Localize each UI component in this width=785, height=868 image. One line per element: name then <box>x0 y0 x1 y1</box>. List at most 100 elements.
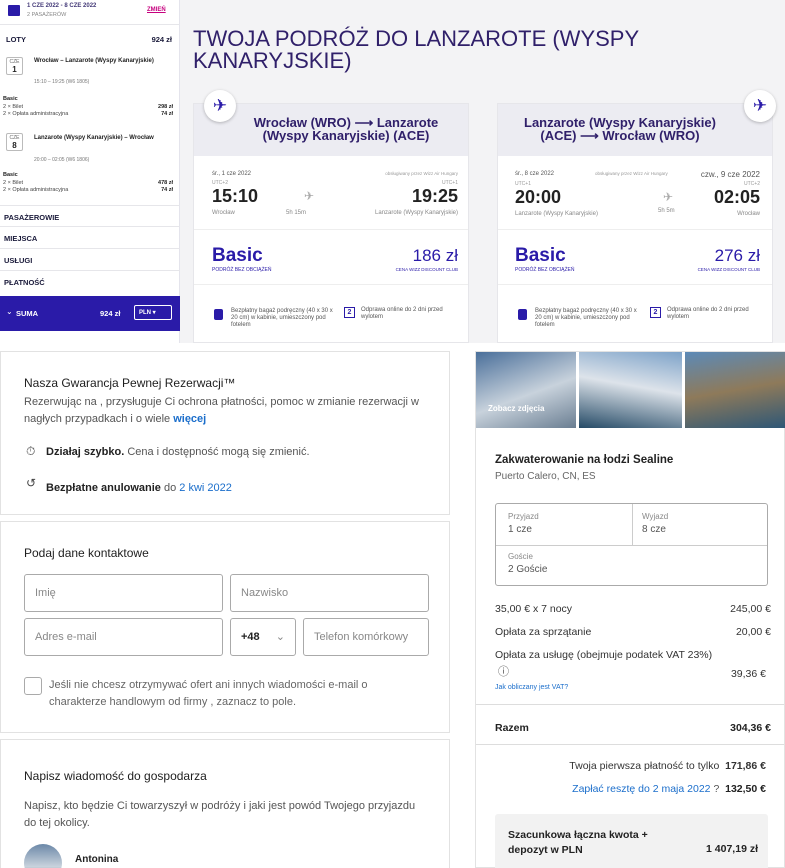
message-text: Napisz, kto będzie Ci towarzyszył w podr… <box>24 800 416 829</box>
outbound-date-box: CZE 1 <box>6 57 23 75</box>
outbound-admin-value: 74 zł <box>161 111 173 117</box>
photo-2[interactable] <box>579 352 682 428</box>
act-fast-bold: Działaj szybko. <box>46 446 125 458</box>
outbound-feature-checkin: Odprawa online do 2 dni przed wylotem <box>361 307 443 320</box>
inbound-fare: Basic <box>3 172 18 178</box>
checkin-value[interactable]: 1 cze <box>508 524 532 535</box>
inbound-admin-value: 74 zł <box>161 187 173 193</box>
message-card: Napisz wiadomość do gospodarza Napisz, k… <box>0 739 450 868</box>
total-row: Razem 304,36 € <box>495 722 771 734</box>
inbound-price: 276 zł <box>714 246 760 265</box>
photo-3[interactable] <box>685 352 785 428</box>
price-line: Opłata za sprzątanie 20,00 € <box>495 626 771 638</box>
inbound-time: 20:00 – 02:05 (W6 1806) <box>34 157 90 163</box>
outbound-arr-time: 19:25 <box>411 186 458 206</box>
estimate-box: Szacunkowa łączna kwota + depozyt w PLN … <box>495 814 768 868</box>
inbound-dep-city: Lanzarote (Wyspy Kanaryjskie) <box>515 211 598 217</box>
photo-1[interactable]: Zobacz zdjęcia <box>476 352 576 428</box>
change-dates-link[interactable]: ZMIEŃ <box>147 7 166 13</box>
outbound-price: 186 zł <box>412 246 458 265</box>
first-payment-row: Twoja pierwsza płatność to tylko 171,86 … <box>569 760 766 772</box>
inbound-route: Lanzarote (Wyspy Kanaryjskie) – Wrocław <box>34 135 154 141</box>
outbound-admin-label: 2 × Opłata administracyjna <box>3 111 69 117</box>
more-link[interactable]: więcej <box>173 413 206 425</box>
inbound-ticket-value: 478 zł <box>158 180 173 186</box>
cancel-icon: ↺ <box>26 476 37 490</box>
outbound-ticket-label: 2 × Bilet <box>3 104 24 110</box>
contact-card: Podaj dane kontaktowe Imię Nazwisko Adre… <box>0 521 450 733</box>
act-fast-text: Cena i dostępność mogą się zmienić. <box>127 446 310 458</box>
inbound-arr-time: 02:05 <box>713 187 760 207</box>
inbound-ticket-label: 2 × Bilet <box>3 180 24 186</box>
outbound-plane-icon: ✈ <box>204 90 236 122</box>
outbound-card-route: Wrocław (WRO) ⟶ Lanzarote (Wyspy Kanaryj… <box>194 104 468 156</box>
host-avatar <box>24 844 62 868</box>
dates-guests-box[interactable]: Przyjazd 1 cze Wyjazd 8 cze Goście 2 Goś… <box>495 503 768 586</box>
inbound-feature-checkin: Odprawa online do 2 dni przed wylotem <box>667 307 749 320</box>
price-line-value: 20,00 € <box>735 626 771 638</box>
outbound-route: Wrocław – Lanzarote (Wyspy Kanaryjskie) <box>34 58 154 64</box>
sum-label: SUMA <box>16 309 39 318</box>
outbound-arr-city: Lanzarote (Wyspy Kanaryjskie) <box>375 210 458 216</box>
outbound-fare: Basic <box>3 96 18 102</box>
inbound-dep-date: śr., 8 cze 2022 <box>515 171 555 177</box>
first-payment-label: Twoja pierwsza płatność to tylko <box>569 760 720 772</box>
price-line-label: Opłata za usługę (obejmuje podatek VAT 2… <box>495 649 713 661</box>
clock-icon: ⏱ <box>26 444 36 458</box>
info-icon[interactable]: ⓘ <box>498 663 509 679</box>
rest-payment-row: Zapłać resztę do 2 maja 2022 ? 132,50 € <box>572 783 766 795</box>
currency-select[interactable]: PLN ▾ <box>134 305 172 320</box>
optout-checkbox[interactable] <box>24 677 42 695</box>
bag-icon <box>214 309 223 320</box>
outbound-dep-date: śr., 1 cze 2022 <box>212 171 252 177</box>
outbound-operator: obsługiwany przez Wizz Air Hungary <box>385 171 458 176</box>
flights-label: LOTY <box>6 35 26 44</box>
total-value: 304,36 € <box>730 722 771 734</box>
phone-prefix: +48 <box>241 631 260 643</box>
total-label: Razem <box>495 722 529 734</box>
phone-prefix-select[interactable]: +48 ⌄ <box>230 618 296 656</box>
guarantee-text: Rezerwując na , przysługuje Ci ochrona p… <box>24 396 419 425</box>
sum-bar[interactable]: ⌄ SUMA 924 zł PLN ▾ <box>0 296 180 331</box>
outbound-feature-bag: Bezpłatny bagaż podręczny (40 x 30 x 20 … <box>231 308 333 328</box>
outbound-time: 15:10 – 19:25 (W6 1805) <box>34 79 90 85</box>
chevron-down-icon: ⌄ <box>275 631 285 643</box>
section-payment[interactable]: PŁATNOŚĆ <box>4 278 45 287</box>
outbound-dep-city: Wrocław <box>212 210 235 216</box>
guarantee-title: Nasza Gwarancja Pewnej Rezerwacji™ <box>24 376 236 390</box>
service-fee-value: 39,36 € <box>730 668 766 680</box>
first-name-input[interactable]: Imię <box>24 574 223 612</box>
see-photos-link[interactable]: Zobacz zdjęcia <box>488 404 544 413</box>
section-passengers[interactable]: PASAŻEROWIE <box>4 213 59 222</box>
last-name-input[interactable]: Nazwisko <box>230 574 429 612</box>
price-line: 35,00 € x 7 nocy 245,00 € <box>495 603 771 615</box>
stay-location: Puerto Calero, CN, ES <box>495 471 596 482</box>
email-input[interactable]: Adres e-mail <box>24 618 223 656</box>
section-seats[interactable]: MIEJSCA <box>4 234 37 243</box>
chevron-down-icon: ⌄ <box>6 307 13 316</box>
question-icon[interactable]: ? <box>713 783 719 795</box>
flight-summary-section: 1 CZE 2022 - 8 CZE 2022 2 PASAŻERÓW ZMIE… <box>0 0 785 343</box>
phone-input[interactable]: Telefon komórkowy <box>303 618 429 656</box>
inbound-fare-sub: PODRÓŻ BEZ OBCIĄŻEŃ <box>515 267 575 273</box>
outbound-fare-sub: PODRÓŻ BEZ OBCIĄŻEŃ <box>212 267 272 273</box>
checkin-label: Przyjazd <box>508 512 539 521</box>
outbound-ticket-value: 298 zł <box>158 104 173 110</box>
guarantee-card: Nasza Gwarancja Pewnej Rezerwacji™ Rezer… <box>0 351 450 515</box>
sidebar-passengers: 2 PASAŻERÓW <box>27 12 67 18</box>
rest-payment-link[interactable]: Zapłać resztę do 2 maja 2022 <box>572 783 710 795</box>
checkout-value[interactable]: 8 cze <box>642 524 666 535</box>
bag-icon <box>518 309 527 320</box>
outbound-flight-card: Wrocław (WRO) ⟶ Lanzarote (Wyspy Kanaryj… <box>193 103 469 343</box>
plane-icon: ✈ <box>304 189 315 203</box>
vat-link[interactable]: Jak obliczany jest VAT? <box>495 684 568 691</box>
first-payment-value: 171,86 € <box>725 760 766 772</box>
accommodation-summary: Zobacz zdjęcia Zakwaterowanie na łodzi S… <box>475 351 785 868</box>
guests-value[interactable]: 2 Goście <box>508 564 547 575</box>
cancel-mid: do <box>163 482 177 494</box>
page-title: TWOJA PODRÓŻ DO LANZAROTE (WYSPY KANARYJ… <box>193 26 639 73</box>
inbound-arr-date: czw., 9 cze 2022 <box>700 170 760 179</box>
section-services[interactable]: USŁUGI <box>4 256 32 265</box>
outbound-club: CENA WIZZ DISCOUNT CLUB <box>395 267 458 272</box>
inbound-flight-card: Lanzarote (Wyspy Kanaryjskie) (ACE) ⟶ Wr… <box>497 103 773 343</box>
